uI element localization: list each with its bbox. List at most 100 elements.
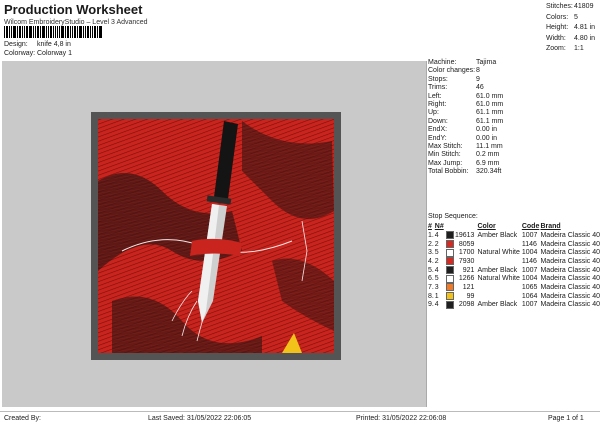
summary-label: Zoom: [546,45,566,52]
col-swatch [446,222,455,231]
machine-info-row: Up: 61.1 mm [428,109,598,117]
colorway-row: Colorway: Colorway 1 [4,50,72,57]
printed-date: Printed: 31/05/2022 22:06:08 [356,415,447,422]
stitch-count: 8059 [458,240,475,248]
summary-value: 1:1 [574,45,584,52]
thread-color-name [477,292,521,301]
worksheet-title: Production Worksheet [4,2,143,17]
machine-info-value: 9 [476,75,480,83]
summary-label: Height: [546,24,569,31]
stitch-count: 121 [462,283,475,291]
red-band [190,238,242,256]
thread-brand: Madeira Classic 40 [540,249,600,257]
thread-color-name [477,283,521,292]
thread-color-name: Amber Black [477,301,518,309]
stop-sequence-row: 1. 4 19613 Amber Black 1007 Madeira Classic 4… [428,231,600,240]
thread-color-name [477,240,521,249]
stop-sequence-row: 2. 2 8059 1146 Madeira Classic 40 [428,240,600,249]
summary-value: 4.81 in [574,24,596,31]
summary-label: Width: [546,34,566,42]
colorway-value: Colorway 1 [37,50,73,57]
color-swatch [445,300,454,309]
stop-sequence-header: # N# Color Code Brand [428,222,600,231]
machine-info-value: 61.1 mm [476,109,504,117]
stop-sequence-row: 6. 5 1266 Natural White 1004 Madeira Classic … [428,274,600,283]
thread-code: 1064 [521,292,538,300]
thread-code: 1007 [521,266,538,274]
thread-brand: Madeira Classic 40 [540,240,600,248]
thread-color-name: Natural White [477,249,520,257]
stitch-count: 99 [466,292,475,300]
color-swatch [445,266,454,275]
machine-info-row: Max Jump: 6.9 mm [428,160,598,168]
needle-number: 5 [434,275,439,283]
machine-info-value: 46 [476,84,484,92]
stitch-count: 921 [462,266,475,274]
machine-info: Machine: Tajima Color changes: 8 Stops: 9 Trim… [428,59,598,177]
stop-index: 4. [428,257,434,265]
thread-code: 1146 [521,257,537,265]
machine-info-label: Machine: [428,59,457,66]
thread-brand: Madeira Classic 40 [540,301,600,309]
color-swatch [445,248,454,257]
machine-info-row: Left: 61.0 mm [428,93,598,101]
color-swatch [445,283,454,292]
col-stitches [455,222,478,231]
machine-info-value: Tajima [476,59,497,66]
color-swatch-cell [445,257,455,266]
color-swatch-cell [445,274,455,283]
stitch-count: 1266 [458,275,475,283]
design-summary: Stitches: 41809 Colors: 5 Height: 4.81 in Widt… [546,2,595,55]
stop-sequence-row: 4. 2 7930 1146 Madeira Classic 40 [428,257,600,266]
machine-info-value: 8 [476,67,480,75]
summary-label: Stitches: [546,3,573,10]
machine-info-label: Trims: [428,84,448,92]
machine-info-value: 11.1 mm [476,143,503,151]
needle-number: 4 [434,231,439,239]
color-swatch [445,240,454,249]
summary-row: Zoom: 1:1 [546,44,595,55]
last-saved: Last Saved: 31/05/2022 22:06:05 [148,415,252,422]
machine-info-label: Color changes: [428,67,476,75]
page-number: Page 1 of 1 [548,415,584,422]
col-index: # [428,223,432,230]
machine-info-value: 61.1 mm [476,117,504,125]
col-brand: Brand [540,223,561,230]
thread-code: 1007 [521,301,538,309]
stop-index: 3. [428,249,434,257]
thread-color-name: Natural White [477,275,520,283]
machine-info-label: Min Stitch: [428,151,461,159]
thread-color-name [477,257,521,266]
stop-index: 1. [428,231,434,239]
design-value: knife 4,8 in [37,41,71,48]
summary-row: Width: 4.80 in [546,34,595,45]
color-swatch-cell [445,240,455,249]
stitch-count: 19613 [454,231,475,239]
col-color: Color [477,223,496,230]
machine-info-label: EndY: [428,134,447,142]
machine-info-row: Right: 61.0 mm [428,101,598,109]
machine-info-label: Down: [428,117,448,125]
software-subtitle: Wilcom EmbroideryStudio – Level 3 Advanc… [4,19,148,26]
summary-value: 41809 [574,3,594,10]
stop-sequence-row: 9. 4 2098 Amber Black 1007 Madeira Classic 40 [428,300,600,310]
needle-number: 4 [434,301,439,309]
stop-sequence-row: 8. 1 99 1064 Madeira Classic 40 [428,292,600,301]
machine-info-row: Total Bobbin: 320.34ft [428,168,598,176]
summary-label: Colors: [546,13,569,21]
col-needle: N# [434,223,444,230]
color-swatch-cell [445,292,455,301]
embroidery-preview [91,112,341,360]
machine-info-value: 0.00 in [476,126,498,134]
thread-brand: Madeira Classic 40 [540,275,600,283]
color-swatch [445,231,454,240]
summary-value: 4.80 in [574,34,596,42]
color-swatch-cell [445,248,455,257]
summary-row: Stitches: 41809 [546,2,595,13]
thread-color-name: Amber Black [477,231,518,239]
stitch-count: 7930 [458,257,475,265]
stop-index: 8. [428,292,434,300]
barcode [4,26,103,38]
thread-code: 1004 [521,249,538,257]
created-by: Created By: [4,415,41,422]
